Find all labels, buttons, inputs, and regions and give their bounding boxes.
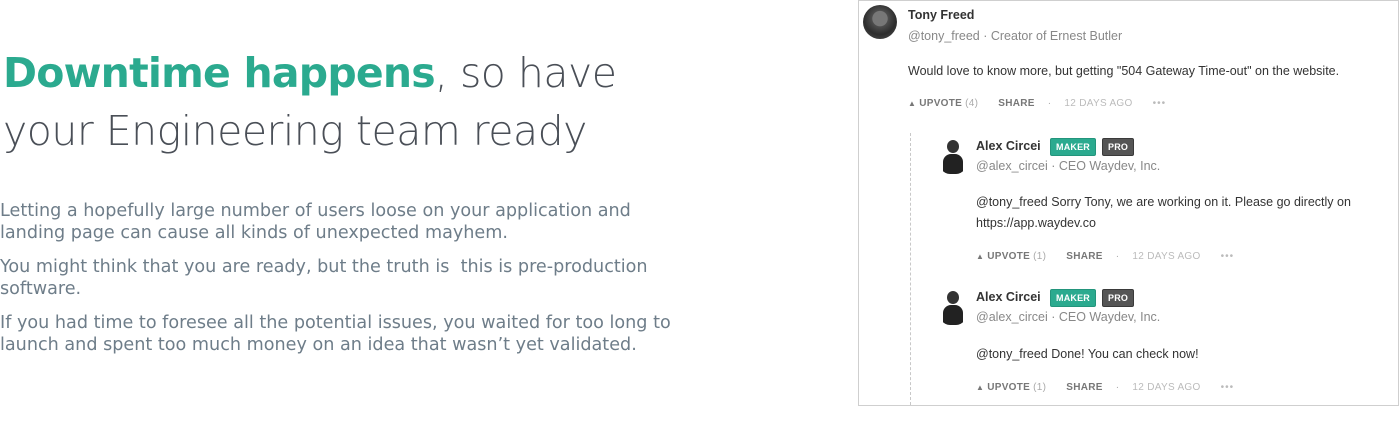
reply-author-handle[interactable]: @alex_circei · CEO Waydev, Inc.: [976, 310, 1160, 324]
reply-age[interactable]: 12 DAYS AGO: [1132, 251, 1200, 262]
triangle-up-icon: ▲: [976, 252, 985, 261]
comment-author-name[interactable]: Tony Freed: [908, 8, 974, 22]
ellipsis-icon[interactable]: •••: [1221, 251, 1235, 262]
pro-badge: PRO: [1102, 138, 1135, 156]
reply-author-name[interactable]: Alex Circei: [976, 139, 1041, 153]
ellipsis-icon[interactable]: •••: [1221, 382, 1235, 393]
reply-age[interactable]: 12 DAYS AGO: [1132, 382, 1200, 393]
article: Downtime happens, so have your Engineeri…: [0, 44, 720, 368]
separator-dot: ·: [1047, 98, 1052, 109]
comment-author-handle[interactable]: @tony_freed · Creator of Ernest Butler: [908, 29, 1122, 43]
avatar[interactable]: [938, 289, 968, 325]
reply-actions: ▲ UPVOTE (1) SHARE · 12 DAYS AGO •••: [976, 251, 1234, 262]
headline-rest-2: your Engineering team ready: [3, 107, 587, 155]
paragraph: If you had time to foresee all the poten…: [0, 313, 677, 355]
upvote-button[interactable]: ▲ UPVOTE (1): [976, 251, 1046, 262]
reply-link[interactable]: https://app.waydev.co: [976, 216, 1096, 230]
reply-text-line: @tony_freed Sorry Tony, we are working o…: [976, 195, 1351, 209]
reply-author-name[interactable]: Alex Circei: [976, 290, 1041, 304]
comment-actions: ▲ UPVOTE (4) SHARE · 12 DAYS AGO •••: [908, 98, 1166, 109]
upvote-button[interactable]: ▲ UPVOTE (4): [908, 98, 978, 109]
upvote-button[interactable]: ▲ UPVOTE (1): [976, 382, 1046, 393]
separator-dot: ·: [1115, 251, 1120, 262]
comment-thread: Tony Freed @tony_freed · Creator of Erne…: [858, 0, 1399, 406]
paragraph: Letting a hopefully large number of user…: [0, 201, 637, 243]
share-button[interactable]: SHARE: [998, 98, 1035, 109]
headline: Downtime happens, so have your Engineeri…: [0, 44, 720, 160]
reply-author-handle[interactable]: @alex_circei · CEO Waydev, Inc.: [976, 159, 1160, 173]
headline-rest-1: , so have: [434, 49, 617, 97]
paragraph: You might think that you are ready, but …: [0, 257, 654, 299]
reply-actions: ▲ UPVOTE (1) SHARE · 12 DAYS AGO •••: [976, 382, 1234, 393]
triangle-up-icon: ▲: [976, 383, 985, 392]
avatar[interactable]: [863, 5, 897, 39]
comment-age[interactable]: 12 DAYS AGO: [1064, 98, 1132, 109]
reply-text: @tony_freed Sorry Tony, we are working o…: [976, 192, 1351, 234]
triangle-up-icon: ▲: [908, 99, 917, 108]
ellipsis-icon[interactable]: •••: [1153, 98, 1167, 109]
avatar[interactable]: [938, 138, 968, 174]
share-button[interactable]: SHARE: [1066, 382, 1103, 393]
article-body: Letting a hopefully large number of user…: [0, 200, 720, 356]
comment-text: Would love to know more, but getting "50…: [908, 64, 1340, 78]
reply-thread-line: [910, 133, 911, 405]
share-button[interactable]: SHARE: [1066, 251, 1103, 262]
reply-text: @tony_freed Done! You can check now!: [976, 347, 1199, 361]
separator-dot: ·: [1115, 382, 1120, 393]
maker-badge: MAKER: [1050, 289, 1096, 307]
headline-accent: Downtime happens: [3, 49, 436, 97]
pro-badge: PRO: [1102, 289, 1135, 307]
maker-badge: MAKER: [1050, 138, 1096, 156]
page: Downtime happens, so have your Engineeri…: [0, 0, 1400, 422]
